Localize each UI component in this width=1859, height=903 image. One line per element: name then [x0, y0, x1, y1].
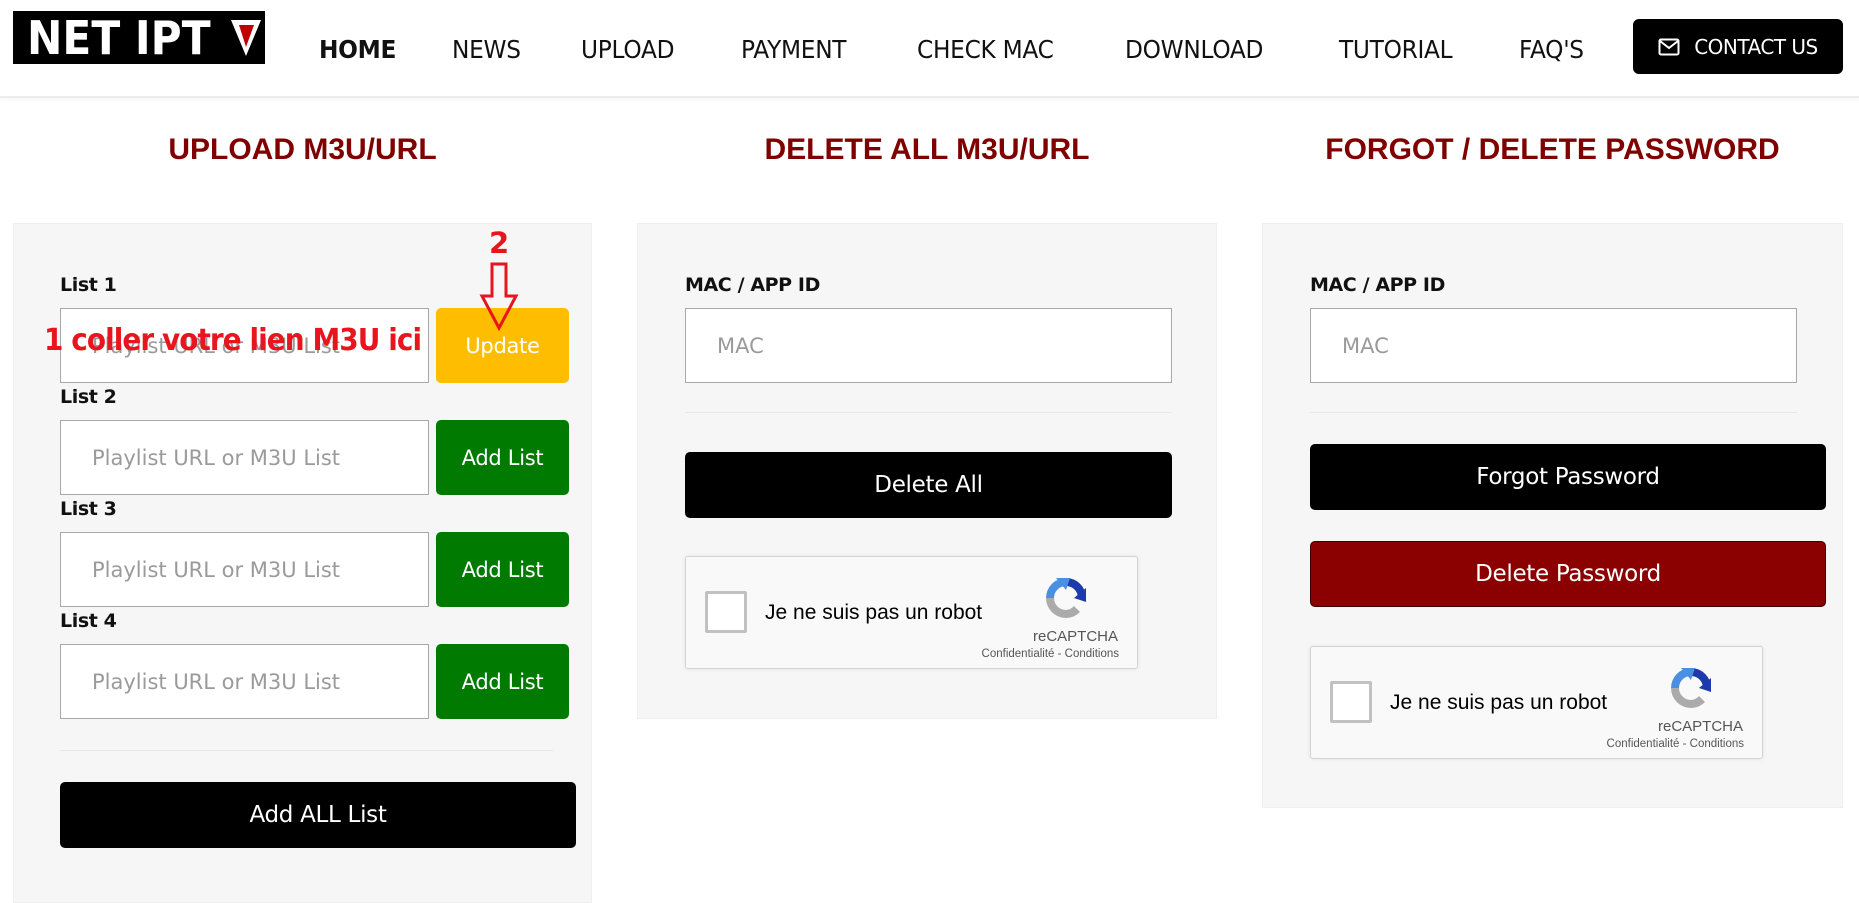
recaptcha-widget-password: Je ne suis pas un robot reCAPTCHA Confid… — [1310, 646, 1763, 759]
list-3-label: List 3 — [60, 498, 117, 520]
contact-us-label: CONTACT US — [1694, 34, 1818, 59]
delete-all-mac-label: MAC / APP ID — [685, 274, 820, 296]
forgot-password-button[interactable]: Forgot Password — [1310, 444, 1826, 510]
upload-divider — [60, 750, 553, 751]
delete-all-mac-input[interactable] — [685, 308, 1172, 383]
password-panel: MAC / APP ID Forgot Password Delete Pass… — [1262, 223, 1843, 808]
recaptcha-links[interactable]: Confidentialité - Conditions — [1607, 738, 1744, 750]
recaptcha-brand: reCAPTCHA — [1032, 628, 1118, 645]
logo-text: NET IPT — [27, 10, 211, 65]
password-divider — [1310, 412, 1797, 413]
upload-panel: List 1 Update List 2 Add List List 3 Add… — [13, 223, 592, 903]
delete-all-button[interactable]: Delete All — [685, 452, 1172, 518]
recaptcha-logo-icon — [1671, 668, 1711, 708]
contact-us-button[interactable]: CONTACT US — [1633, 19, 1843, 74]
recaptcha-widget: Je ne suis pas un robot reCAPTCHA Confid… — [685, 556, 1138, 669]
nav-tutorial[interactable]: TUTORIAL — [1339, 30, 1453, 70]
add-list-4-button[interactable]: Add List — [436, 644, 569, 719]
recaptcha-checkbox[interactable] — [705, 591, 747, 633]
logo-v-icon — [231, 20, 261, 56]
list-4-input[interactable] — [60, 644, 429, 719]
password-section-title: FORGOT / DELETE PASSWORD — [1325, 133, 1780, 166]
list-1-label: List 1 — [60, 274, 117, 296]
recaptcha-logo-icon — [1046, 578, 1086, 618]
delete-all-panel: MAC / APP ID Delete All Je ne suis pas u… — [637, 223, 1217, 719]
recaptcha-checkbox[interactable] — [1330, 681, 1372, 723]
list-2-label: List 2 — [60, 386, 117, 408]
recaptcha-brand: reCAPTCHA — [1657, 718, 1743, 735]
nav-payment[interactable]: PAYMENT — [741, 30, 847, 70]
password-mac-label: MAC / APP ID — [1310, 274, 1445, 296]
logo[interactable]: NET IPT — [13, 11, 265, 64]
recaptcha-label: Je ne suis pas un robot — [1390, 691, 1608, 714]
nav-faqs[interactable]: FAQ'S — [1519, 30, 1584, 70]
list-4-label: List 4 — [60, 610, 117, 632]
password-mac-input[interactable] — [1310, 308, 1797, 383]
delete-password-button[interactable]: Delete Password — [1310, 541, 1826, 607]
delete-all-divider — [685, 412, 1172, 413]
add-all-list-button[interactable]: Add ALL List — [60, 782, 576, 848]
list-2-input[interactable] — [60, 420, 429, 495]
update-button[interactable]: Update — [436, 308, 569, 383]
add-list-3-button[interactable]: Add List — [436, 532, 569, 607]
upload-section-title: UPLOAD M3U/URL — [168, 133, 437, 166]
nav-home[interactable]: HOME — [319, 30, 396, 70]
envelope-icon — [1658, 38, 1680, 55]
add-list-2-button[interactable]: Add List — [436, 420, 569, 495]
list-3-input[interactable] — [60, 532, 429, 607]
recaptcha-label: Je ne suis pas un robot — [765, 601, 983, 624]
delete-all-section-title: DELETE ALL M3U/URL — [764, 133, 1090, 166]
nav-download[interactable]: DOWNLOAD — [1125, 30, 1263, 70]
recaptcha-links[interactable]: Confidentialité - Conditions — [982, 648, 1119, 660]
nav-check-mac[interactable]: CHECK MAC — [917, 30, 1054, 70]
site-header: NET IPT HOME NEWS UPLOAD PAYMENT CHECK M… — [0, 0, 1859, 98]
nav-news[interactable]: NEWS — [452, 30, 521, 70]
nav-upload[interactable]: UPLOAD — [581, 30, 674, 70]
list-1-input[interactable] — [60, 308, 429, 383]
